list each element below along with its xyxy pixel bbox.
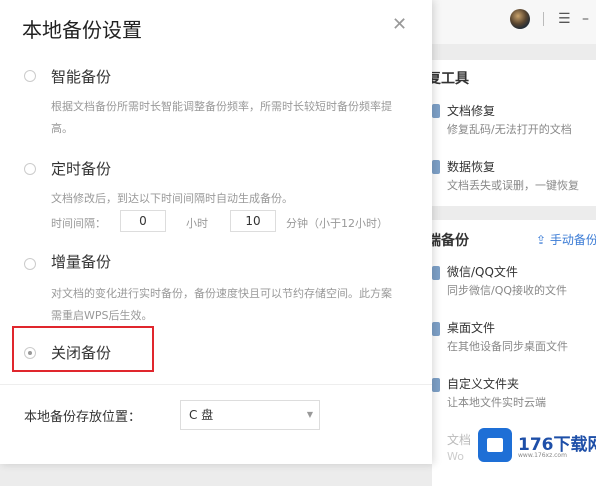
watermark-sub: www.176xz.com: [518, 452, 567, 459]
folder-icon: [432, 378, 440, 392]
wechat-icon: [432, 266, 440, 280]
highlight-box: [12, 326, 154, 372]
option-label-scheduled[interactable]: 定时备份: [51, 158, 111, 179]
backup-item-desc: 让本地文件实时云端: [447, 396, 546, 409]
option-desc-scheduled: 文档修改后，到达以下时间间隔时自动生成备份。: [51, 192, 293, 205]
desktop-icon: [432, 322, 440, 336]
tool-desc: 文档丢失或误删，一键恢复: [447, 179, 579, 192]
recover-icon: [432, 160, 440, 174]
radio-scheduled-backup[interactable]: [24, 163, 36, 175]
upload-icon: ⇪: [536, 233, 550, 247]
backup-item-desc: 在其他设备同步桌面文件: [447, 340, 568, 353]
backup-item-title[interactable]: 自定义文件夹: [447, 375, 519, 392]
manual-backup-label: 手动备份: [549, 233, 596, 247]
avatar[interactable]: [510, 9, 530, 29]
backup-item-title[interactable]: 微信/QQ文件: [447, 263, 518, 280]
minutes-input[interactable]: 10: [230, 210, 276, 232]
location-label: 本地备份存放位置：: [24, 410, 142, 425]
hours-unit: 小时: [186, 217, 208, 230]
option-desc-incremental: 对文档的变化进行实时备份，备份速度快且可以节约存储空间。此方案需重启WPS后生效…: [51, 287, 392, 322]
tool-desc: 修复乱码/无法打开的文档: [447, 123, 572, 136]
backup-settings-dialog: 本地备份设置 ✕ 智能备份 根据文档备份所需时长智能调整备份频率，所需时长较短时…: [0, 0, 432, 464]
backup-section-title: 端备份: [427, 233, 469, 249]
location-value: C 盘: [189, 408, 214, 422]
repair-icon: [432, 104, 440, 118]
tools-section-title: 复工具: [427, 71, 469, 87]
dialog-title: 本地备份设置: [22, 18, 142, 42]
option-label-incremental[interactable]: 增量备份: [51, 251, 111, 272]
minimize-icon[interactable]: –: [582, 11, 589, 27]
minutes-unit: 分钟（小于12小时）: [286, 217, 388, 230]
backup-item-desc: Wo: [447, 450, 464, 463]
watermark-logo-icon: [478, 428, 512, 462]
radio-smart-backup[interactable]: [24, 70, 36, 82]
manual-backup-button[interactable]: ⇪ 手动备份: [536, 231, 596, 248]
location-select[interactable]: C 盘 ▼: [180, 400, 320, 430]
watermark: 176下载网 www.176xz.com: [478, 426, 596, 466]
divider: [543, 12, 544, 26]
interval-label: 时间间隔：: [51, 217, 106, 230]
radio-incremental-backup[interactable]: [24, 258, 36, 270]
close-icon[interactable]: ✕: [392, 14, 407, 35]
backup-item-title[interactable]: 文档: [447, 431, 471, 448]
menu-icon[interactable]: ☰: [558, 11, 571, 27]
backup-item-title[interactable]: 桌面文件: [447, 319, 495, 336]
divider: [0, 384, 432, 385]
option-desc-smart: 根据文档备份所需时长智能调整备份频率，所需时长较短时备份频率提高。: [51, 100, 392, 135]
hours-input[interactable]: 0: [120, 210, 166, 232]
tool-title[interactable]: 文档修复: [447, 102, 495, 119]
chevron-down-icon: ▼: [306, 410, 313, 419]
tool-title[interactable]: 数据恢复: [447, 158, 495, 175]
backup-item-desc: 同步微信/QQ接收的文件: [447, 284, 568, 297]
option-label-smart[interactable]: 智能备份: [51, 66, 111, 87]
